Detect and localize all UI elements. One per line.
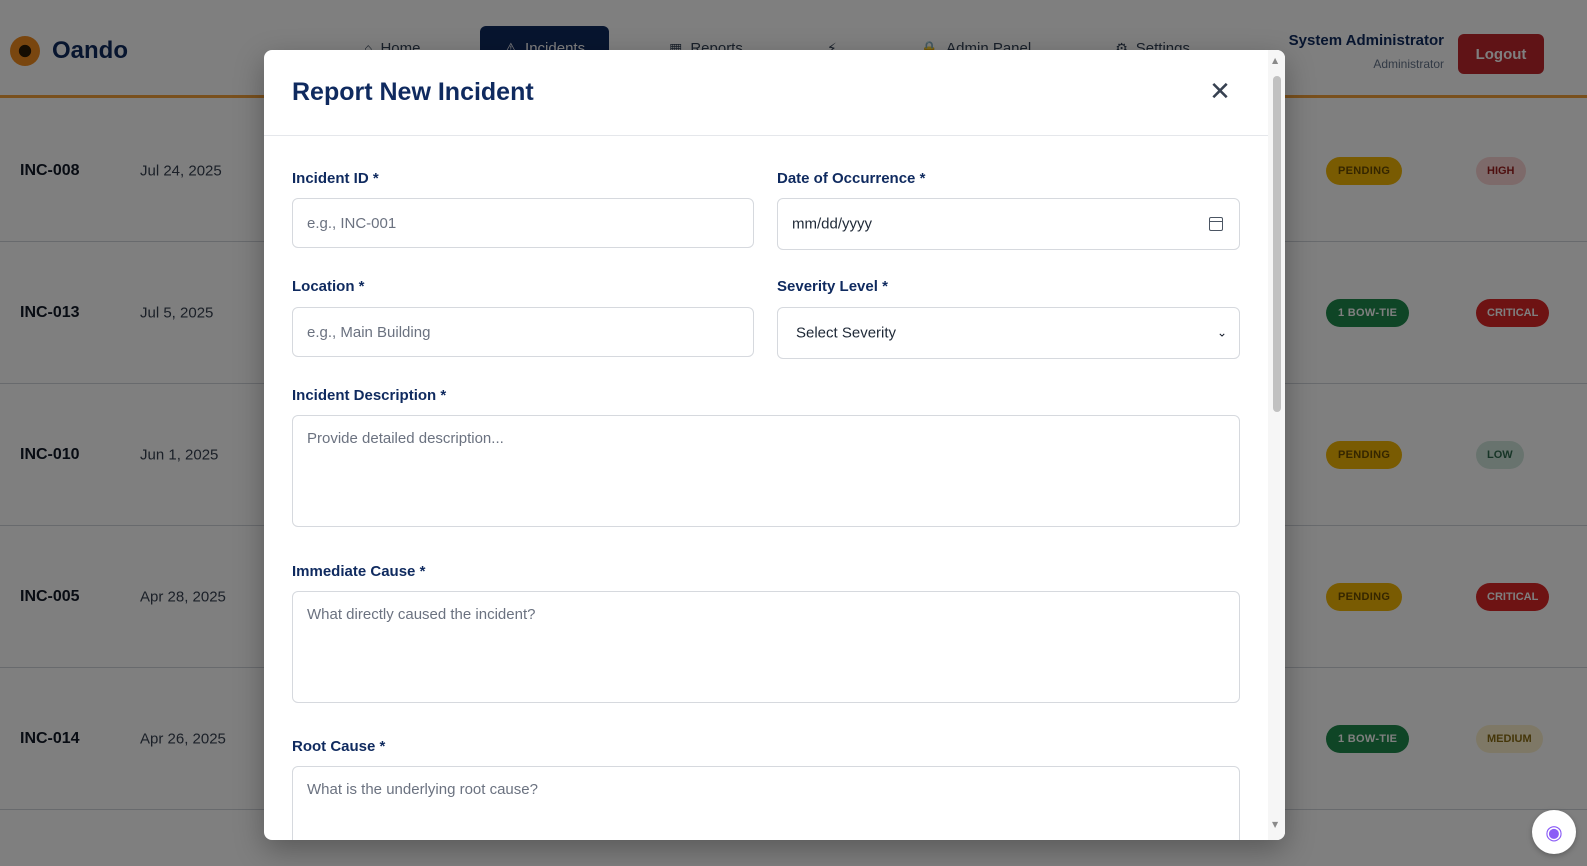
close-icon[interactable]: ✕ [1204, 76, 1236, 108]
calendar-icon[interactable] [1209, 217, 1223, 231]
location-label: Location * [292, 278, 365, 295]
date-label: Date of Occurrence * [777, 170, 926, 187]
description-label: Incident Description * [292, 387, 447, 404]
chevron-down-icon: ⌄ [1216, 325, 1227, 340]
severity-label: Severity Level * [777, 278, 888, 295]
incident-id-label: Incident ID * [292, 170, 379, 187]
assistant-icon[interactable]: ◉ [1532, 810, 1576, 854]
incident-form: Incident ID * Date of Occurrence * mm/dd… [264, 136, 1268, 840]
scroll-thumb[interactable] [1273, 76, 1281, 412]
incident-id-input[interactable] [292, 198, 754, 248]
modal-header: Report New Incident ✕ [264, 50, 1285, 136]
location-input[interactable] [292, 307, 754, 357]
description-textarea[interactable] [292, 415, 1240, 527]
immediate-cause-textarea[interactable] [292, 591, 1240, 703]
immediate-cause-label: Immediate Cause * [292, 563, 426, 580]
report-incident-modal: Report New Incident ✕ Incident ID * Date… [264, 50, 1285, 840]
severity-selected-value: Select Severity [796, 324, 897, 342]
scroll-down-arrow-icon[interactable]: ▼ [1272, 820, 1278, 829]
root-cause-label: Root Cause * [292, 738, 386, 755]
severity-select[interactable]: Select Severity ⌄ [777, 307, 1240, 359]
date-input[interactable]: mm/dd/yyyy [777, 198, 1240, 250]
scroll-up-arrow-icon[interactable]: ▲ [1272, 56, 1278, 65]
root-cause-textarea[interactable] [292, 766, 1240, 840]
modal-scrollbar[interactable]: ▲ ▼ [1268, 50, 1285, 840]
modal-title: Report New Incident [292, 78, 534, 106]
date-value: mm/dd/yyyy [792, 215, 873, 233]
